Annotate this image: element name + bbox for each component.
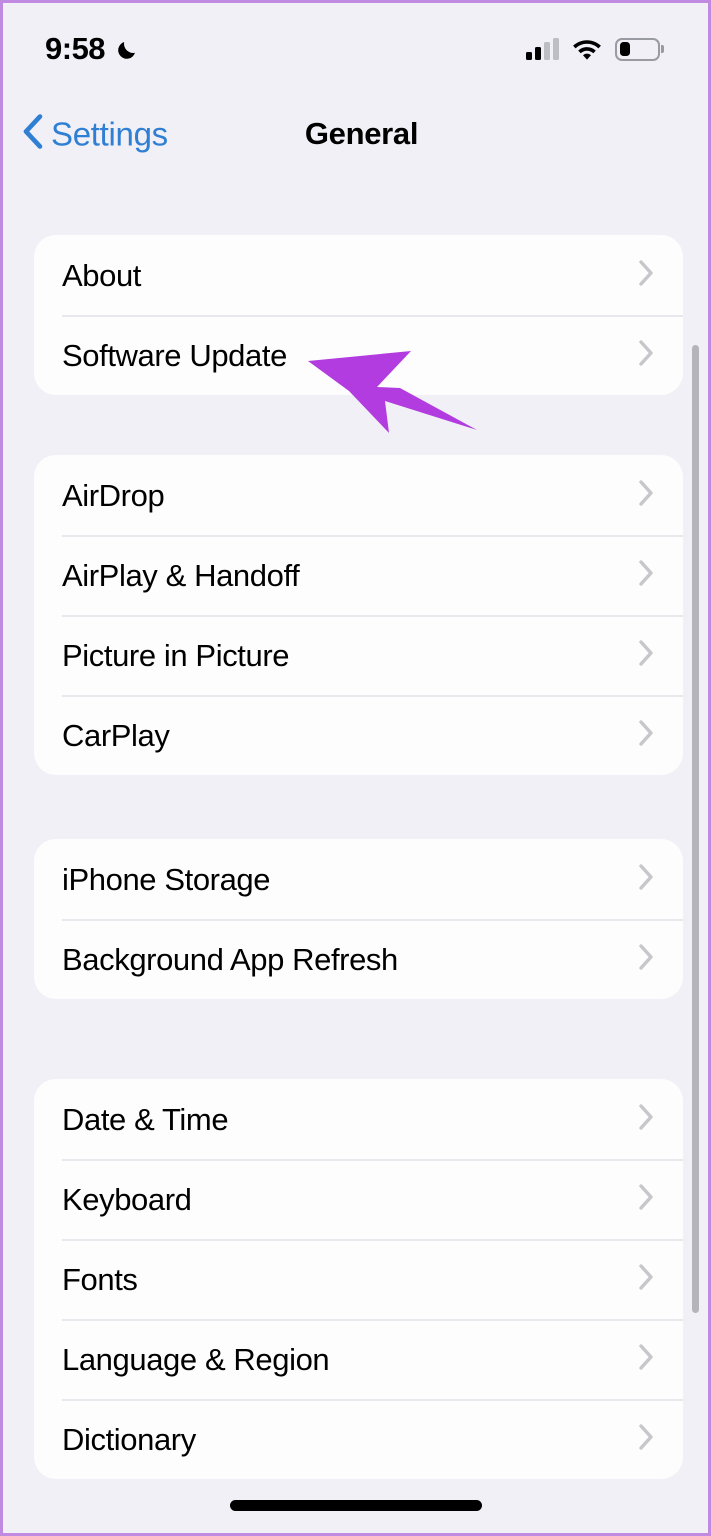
phone-frame: 9:58 Settings General About Software Upd… <box>0 0 711 1536</box>
settings-row-carplay[interactable]: CarPlay <box>34 695 683 775</box>
chevron-right-icon <box>638 1263 655 1296</box>
settings-row-iphone-storage[interactable]: iPhone Storage <box>34 839 683 919</box>
chevron-right-icon <box>638 1103 655 1136</box>
settings-row-label: Picture in Picture <box>62 637 290 673</box>
settings-row-picture-in-picture[interactable]: Picture in Picture <box>34 615 683 695</box>
chevron-right-icon <box>638 1423 655 1456</box>
settings-row-fonts[interactable]: Fonts <box>34 1239 683 1319</box>
settings-group: About Software Update <box>34 235 683 395</box>
battery-icon <box>615 37 660 61</box>
settings-row-about[interactable]: About <box>34 235 683 315</box>
settings-row-label: Software Update <box>62 337 287 373</box>
settings-group: Date & Time Keyboard Fonts Language & Re… <box>34 1079 683 1479</box>
settings-list[interactable]: About Software Update AirDrop AirPlay & … <box>3 173 708 1533</box>
settings-row-label: iPhone Storage <box>62 861 271 897</box>
status-bar-left: 9:58 <box>45 31 140 67</box>
settings-row-dictionary[interactable]: Dictionary <box>34 1399 683 1479</box>
chevron-right-icon <box>638 1343 655 1376</box>
settings-row-airplay-handoff[interactable]: AirPlay & Handoff <box>34 535 683 615</box>
settings-row-background-app-refresh[interactable]: Background App Refresh <box>34 919 683 999</box>
settings-row-keyboard[interactable]: Keyboard <box>34 1159 683 1239</box>
crescent-moon-icon <box>115 37 140 62</box>
settings-row-label: Keyboard <box>62 1181 192 1217</box>
chevron-right-icon <box>638 559 655 592</box>
home-indicator-bar <box>229 1500 482 1511</box>
status-bar: 9:58 <box>3 3 708 95</box>
settings-row-label: AirDrop <box>62 477 165 513</box>
settings-group: iPhone Storage Background App Refresh <box>34 839 683 999</box>
chevron-right-icon <box>638 719 655 752</box>
settings-row-label: Fonts <box>62 1261 138 1297</box>
wifi-icon <box>572 38 602 61</box>
settings-row-label: Language & Region <box>62 1341 330 1377</box>
settings-row-label: Date & Time <box>62 1101 229 1137</box>
settings-row-language-region[interactable]: Language & Region <box>34 1319 683 1399</box>
chevron-right-icon <box>638 259 655 292</box>
chevron-right-icon <box>638 339 655 372</box>
settings-row-label: Background App Refresh <box>62 941 398 977</box>
settings-row-label: AirPlay & Handoff <box>62 557 300 593</box>
scrollbar-thumb[interactable] <box>692 345 699 1313</box>
settings-row-label: About <box>62 257 142 293</box>
chevron-right-icon <box>638 639 655 672</box>
chevron-right-icon <box>638 1183 655 1216</box>
chevron-right-icon <box>638 943 655 976</box>
cellular-signal-icon <box>526 38 559 60</box>
status-bar-right <box>526 37 660 61</box>
chevron-right-icon <box>638 479 655 512</box>
settings-row-label: Dictionary <box>62 1421 196 1457</box>
settings-row-date-time[interactable]: Date & Time <box>34 1079 683 1159</box>
navigation-bar: Settings General <box>3 95 708 173</box>
status-time: 9:58 <box>45 31 106 66</box>
chevron-right-icon <box>638 863 655 896</box>
settings-row-label: CarPlay <box>62 717 170 753</box>
settings-row-software-update[interactable]: Software Update <box>34 315 683 395</box>
settings-group: AirDrop AirPlay & Handoff Picture in Pic… <box>34 455 683 775</box>
settings-row-airdrop[interactable]: AirDrop <box>34 455 683 535</box>
page-title: General <box>304 116 419 151</box>
